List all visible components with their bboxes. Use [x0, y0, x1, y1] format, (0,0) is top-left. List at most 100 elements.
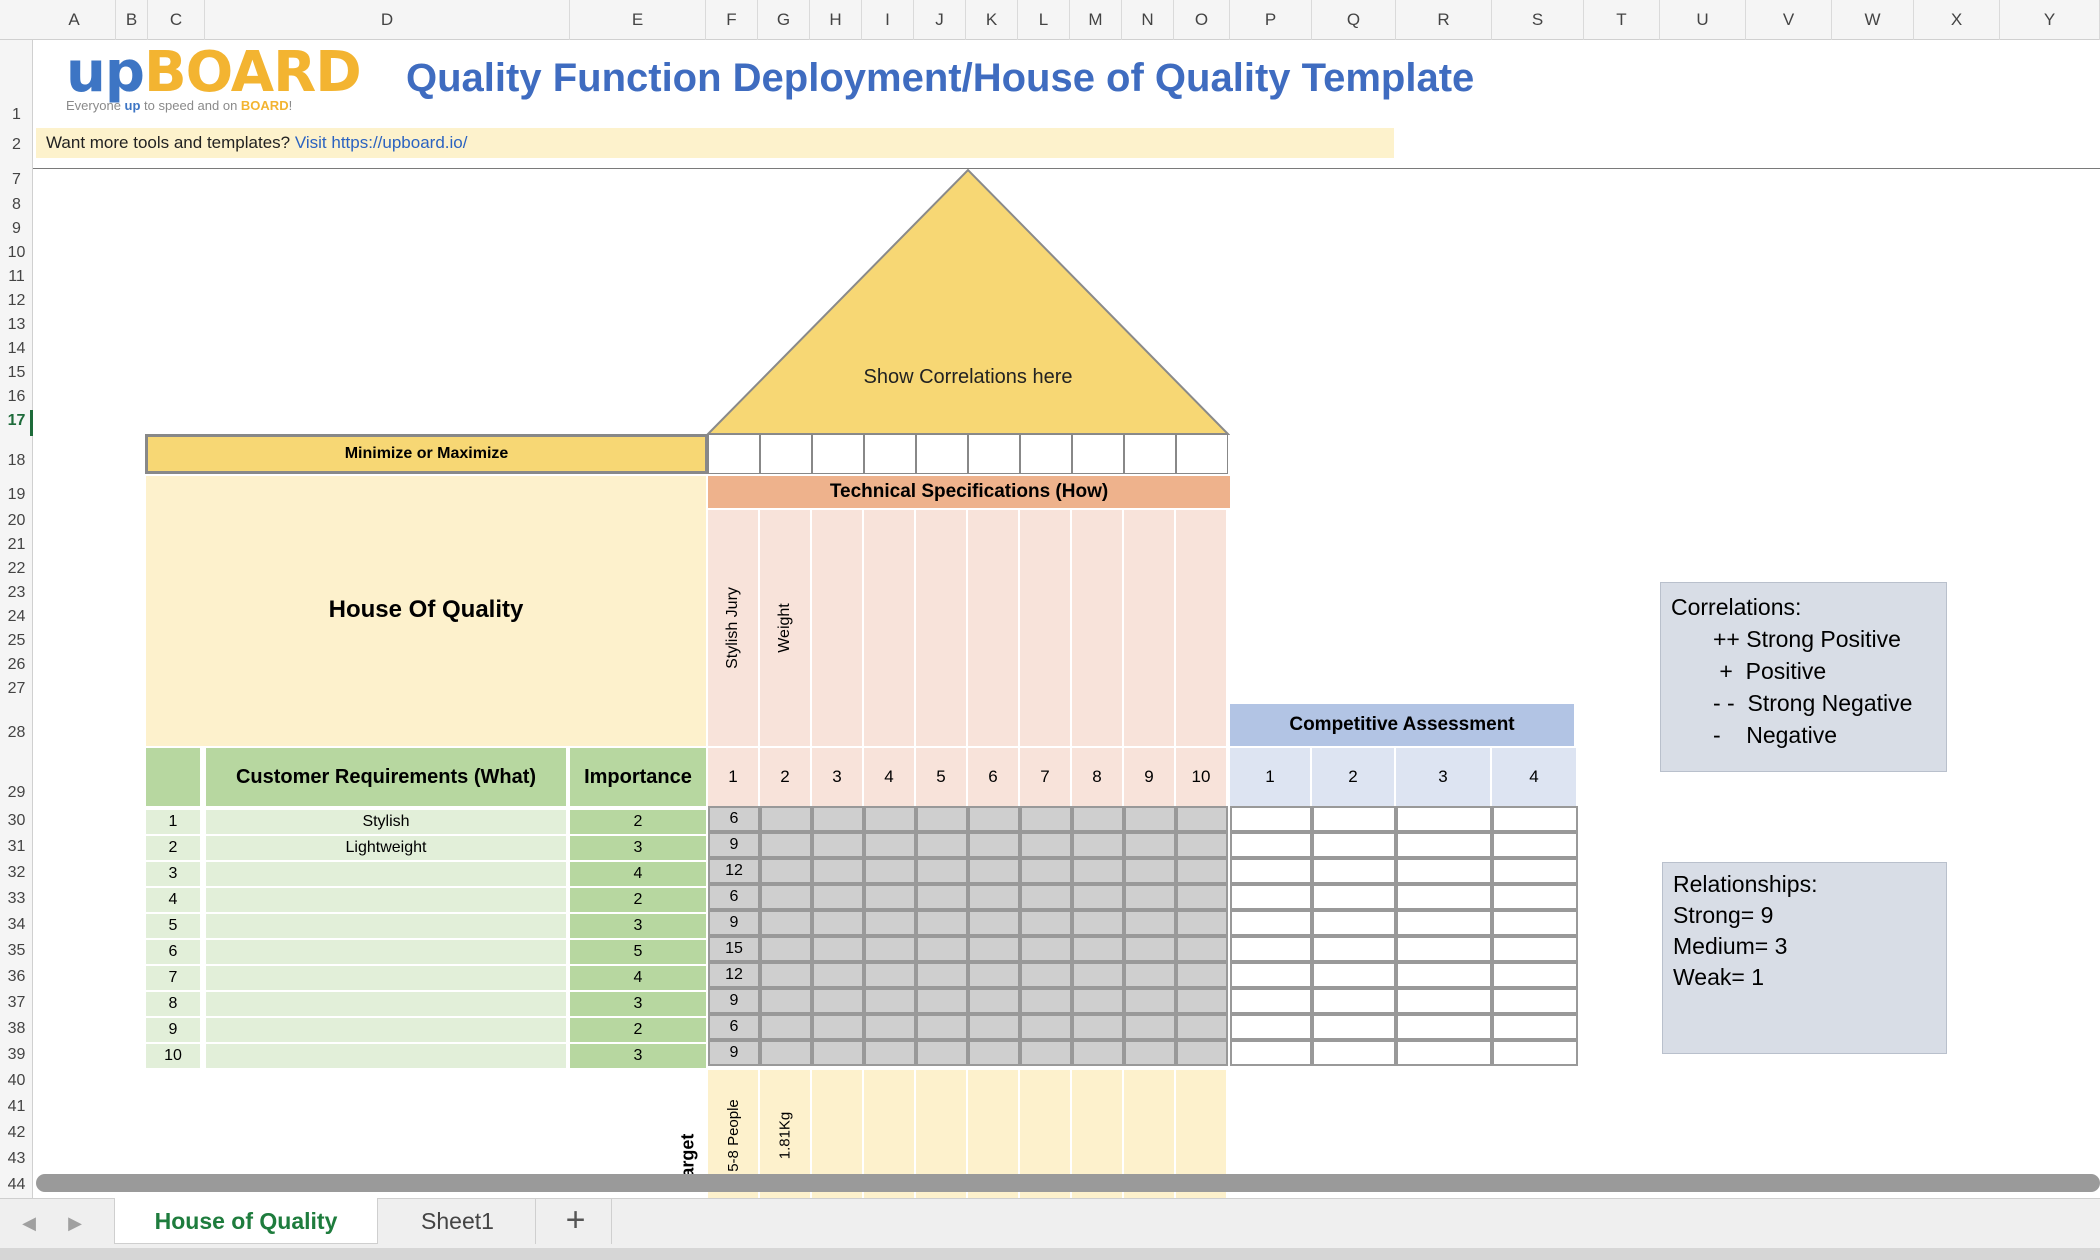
matrix-cell[interactable] — [968, 806, 1020, 832]
competitive-cell[interactable] — [1396, 962, 1492, 988]
column-header-w[interactable]: W — [1832, 0, 1914, 40]
row-header-12[interactable]: 12 — [0, 292, 33, 310]
competitive-cell[interactable] — [1492, 884, 1578, 910]
matrix-cell[interactable] — [812, 884, 864, 910]
matrix-cell[interactable] — [1072, 910, 1124, 936]
requirement-name[interactable]: Stylish — [206, 810, 566, 834]
matrix-cell[interactable]: 6 — [708, 884, 760, 910]
competitive-cell[interactable] — [1396, 806, 1492, 832]
matrix-cell[interactable] — [916, 884, 968, 910]
column-header-g[interactable]: G — [758, 0, 810, 40]
column-header-e[interactable]: E — [570, 0, 706, 40]
matrix-cell[interactable]: 12 — [708, 962, 760, 988]
matrix-cell[interactable]: 9 — [708, 832, 760, 858]
matrix-cell[interactable] — [1176, 884, 1228, 910]
requirement-name[interactable] — [206, 914, 566, 938]
matrix-cell[interactable] — [968, 988, 1020, 1014]
column-header-f[interactable]: F — [706, 0, 758, 40]
matrix-cell[interactable] — [1176, 806, 1228, 832]
competitive-cell[interactable] — [1492, 806, 1578, 832]
matrix-cell[interactable] — [1176, 962, 1228, 988]
row-header-44[interactable]: 44 — [0, 1176, 33, 1194]
column-header-n[interactable]: N — [1122, 0, 1174, 40]
column-header-q[interactable]: Q — [1312, 0, 1396, 40]
competitive-cell[interactable] — [1396, 884, 1492, 910]
competitive-cell[interactable] — [1312, 806, 1396, 832]
matrix-cell[interactable] — [812, 806, 864, 832]
requirement-name[interactable] — [206, 1044, 566, 1068]
requirement-importance[interactable]: 2 — [570, 1018, 706, 1042]
competitive-cell[interactable] — [1492, 832, 1578, 858]
competitive-cell[interactable] — [1396, 1040, 1492, 1066]
row-header-34[interactable]: 34 — [0, 916, 33, 934]
promo-link[interactable]: Visit https://upboard.io/ — [295, 133, 468, 152]
requirement-importance[interactable]: 4 — [570, 966, 706, 990]
matrix-cell[interactable] — [864, 806, 916, 832]
row-header-19[interactable]: 19 — [0, 486, 33, 504]
competitive-cell[interactable] — [1312, 832, 1396, 858]
row-header-28[interactable]: 28 — [0, 724, 33, 742]
requirement-importance[interactable]: 2 — [570, 888, 706, 912]
matrix-cell[interactable] — [1020, 1040, 1072, 1066]
matrix-cell[interactable] — [1020, 962, 1072, 988]
competitive-cell[interactable] — [1230, 962, 1312, 988]
minmax-cell-8[interactable] — [1072, 434, 1124, 474]
row-header-39[interactable]: 39 — [0, 1046, 33, 1064]
competitive-cell[interactable] — [1312, 884, 1396, 910]
prev-sheet-arrow-icon[interactable]: ◀ — [14, 1198, 44, 1248]
row-header-14[interactable]: 14 — [0, 340, 33, 358]
minmax-cell-6[interactable] — [968, 434, 1020, 474]
matrix-cell[interactable] — [812, 910, 864, 936]
row-header-37[interactable]: 37 — [0, 994, 33, 1012]
column-header-h[interactable]: H — [810, 0, 862, 40]
competitive-cell[interactable] — [1312, 858, 1396, 884]
matrix-cell[interactable] — [760, 832, 812, 858]
requirement-importance[interactable]: 3 — [570, 836, 706, 860]
row-header-18[interactable]: 18 — [0, 452, 33, 470]
requirement-name[interactable] — [206, 1018, 566, 1042]
competitive-cell[interactable] — [1396, 858, 1492, 884]
column-header-k[interactable]: K — [966, 0, 1018, 40]
matrix-cell[interactable] — [760, 1014, 812, 1040]
competitive-cell[interactable] — [1230, 1040, 1312, 1066]
row-header-27[interactable]: 27 — [0, 680, 33, 698]
column-header-x[interactable]: X — [1914, 0, 2000, 40]
matrix-cell[interactable] — [1124, 1014, 1176, 1040]
row-header-23[interactable]: 23 — [0, 584, 33, 602]
matrix-cell[interactable] — [916, 832, 968, 858]
matrix-cell[interactable]: 6 — [708, 1014, 760, 1040]
matrix-cell[interactable] — [968, 832, 1020, 858]
column-header-u[interactable]: U — [1660, 0, 1746, 40]
matrix-cell[interactable] — [760, 988, 812, 1014]
competitive-cell[interactable] — [1230, 884, 1312, 910]
matrix-cell[interactable] — [1124, 962, 1176, 988]
requirement-name[interactable] — [206, 888, 566, 912]
spec-column-8[interactable] — [1072, 510, 1122, 746]
matrix-cell[interactable] — [1020, 936, 1072, 962]
competitive-cell[interactable] — [1312, 910, 1396, 936]
matrix-cell[interactable] — [864, 832, 916, 858]
matrix-cell[interactable] — [1176, 1014, 1228, 1040]
matrix-cell[interactable] — [864, 936, 916, 962]
competitive-cell[interactable] — [1492, 988, 1578, 1014]
requirement-importance[interactable]: 3 — [570, 1044, 706, 1068]
row-header-42[interactable]: 42 — [0, 1124, 33, 1142]
competitive-cell[interactable] — [1492, 1040, 1578, 1066]
spec-column-6[interactable] — [968, 510, 1018, 746]
competitive-cell[interactable] — [1230, 858, 1312, 884]
row-header-25[interactable]: 25 — [0, 632, 33, 650]
matrix-cell[interactable] — [968, 936, 1020, 962]
spec-column-2[interactable]: Weight — [760, 510, 810, 746]
competitive-cell[interactable] — [1230, 806, 1312, 832]
matrix-cell[interactable] — [1020, 988, 1072, 1014]
matrix-cell[interactable] — [1124, 858, 1176, 884]
row-header-2[interactable]: 2 — [0, 136, 33, 154]
row-header-38[interactable]: 38 — [0, 1020, 33, 1038]
matrix-cell[interactable] — [760, 806, 812, 832]
matrix-cell[interactable] — [1072, 988, 1124, 1014]
matrix-cell[interactable] — [968, 1014, 1020, 1040]
competitive-cell[interactable] — [1312, 988, 1396, 1014]
column-header-r[interactable]: R — [1396, 0, 1492, 40]
matrix-cell[interactable] — [916, 910, 968, 936]
matrix-cell[interactable] — [1020, 858, 1072, 884]
